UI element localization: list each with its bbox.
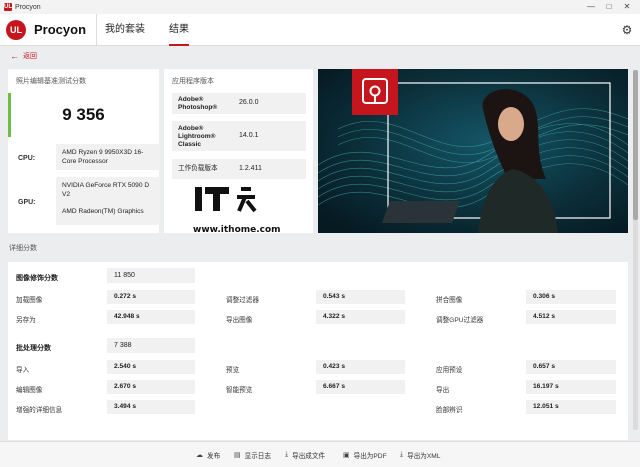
cpu-label: CPU:: [18, 155, 36, 162]
minimize-icon[interactable]: —: [582, 0, 600, 14]
metric-value: 4.322 s: [316, 310, 405, 324]
group-label-retouching: 图像修饰分数: [16, 275, 58, 282]
app-header: UL Procyon 我的套装 结果 ⚙: [0, 13, 640, 46]
export-xml-button[interactable]: ⤓ 导出为XML: [400, 450, 440, 460]
show-log-button[interactable]: ▤ 显示日志: [234, 450, 271, 460]
metric-label: 拼合图像: [436, 297, 463, 304]
export-xml-label: 导出为XML: [407, 453, 441, 460]
metric-label: 智能预览: [226, 387, 253, 394]
detail-scores-title: 详细分数: [9, 245, 37, 252]
gpu-value-primary: NVIDIA GeForce RTX 5090 D V2: [62, 182, 150, 198]
metric-value: 2.670 s: [107, 380, 195, 394]
metric-value: 12.051 s: [526, 400, 616, 414]
metric-value: 4.512 s: [526, 310, 616, 324]
metric-value: 42.948 s: [107, 310, 195, 324]
cloud-upload-icon: ☁: [196, 452, 203, 459]
metric-label: 预览: [226, 367, 240, 374]
metric-label: 导入: [16, 367, 30, 374]
back-label: 返回: [23, 53, 37, 60]
window-title: Procyon: [15, 3, 41, 11]
metric-label: 编辑图像: [16, 387, 43, 394]
group-score-batch: 7 388: [107, 338, 195, 353]
document-icon: ▤: [234, 452, 241, 459]
tab-results[interactable]: 结果: [165, 14, 193, 46]
metric-label: 导出: [436, 387, 450, 394]
metric-label: 脸部辨识: [436, 407, 463, 414]
version-name: Adobe® Lightroom® Classic: [178, 125, 216, 148]
download-icon: ⤓: [400, 451, 404, 458]
version-name: 工作负载版本: [178, 165, 218, 172]
metric-label: 另存为: [16, 317, 36, 324]
hero-illustration: [318, 69, 628, 233]
close-icon[interactable]: ✕: [618, 0, 636, 14]
export-pdf-label: 导出为PDF: [353, 453, 387, 460]
benchmark-score-card: 照片编辑基准测试分数 9 356 CPU: AMD Ryzen 9 9950X3…: [8, 69, 160, 233]
group-label-batch: 批处理分数: [16, 345, 51, 352]
group-score-retouching: 11 850: [107, 268, 195, 283]
metric-value: 0.657 s: [526, 360, 616, 374]
metric-label: 调整GPU过滤器: [436, 317, 484, 324]
export-file-label: 导出成文件: [292, 453, 326, 460]
back-button[interactable]: ← 返回: [10, 51, 37, 61]
version-value: 1.2.411: [239, 165, 262, 172]
maximize-icon[interactable]: □: [600, 0, 618, 14]
hero-image: [318, 69, 628, 233]
window-controls: — □ ✕: [582, 0, 636, 14]
ithome-watermark-url: www.ithome.com: [193, 225, 281, 235]
metric-label: 加载图像: [16, 297, 43, 304]
version-row-lightroom: Adobe® Lightroom® Classic 14.0.1: [172, 121, 306, 151]
metric-value: 0.272 s: [107, 290, 195, 304]
metric-value: 0.306 s: [526, 290, 616, 304]
metric-value: 3.494 s: [107, 400, 195, 414]
ithome-logo-graphic: [195, 187, 257, 213]
tab-my-suites[interactable]: 我的套装: [96, 13, 149, 46]
metric-value: 16.197 s: [526, 380, 616, 394]
app-name: Procyon: [34, 22, 87, 37]
overall-score: 9 356: [62, 105, 105, 124]
cpu-value: AMD Ryzen 9 9950X3D 16-Core Processor: [56, 144, 160, 170]
metric-label: 应用预设: [436, 367, 463, 374]
vertical-scrollbar[interactable]: [633, 70, 638, 430]
version-value: 14.0.1: [239, 132, 259, 139]
footer-toolbar: ☁ 发布 ▤ 显示日志 ⤓ 导出成文件 ▣ 导出为PDF ⤓ 导出为XML: [0, 441, 640, 467]
version-row-workload: 工作负载版本 1.2.411: [172, 159, 306, 179]
scrollbar-thumb[interactable]: [633, 70, 638, 220]
ul-logo: UL: [6, 19, 26, 40]
window-title-bar: UL Procyon — □ ✕: [0, 0, 640, 14]
app-icon: UL: [4, 3, 12, 11]
show-log-label: 显示日志: [244, 453, 271, 460]
metric-value: 0.543 s: [316, 290, 405, 304]
gpu-value-box: NVIDIA GeForce RTX 5090 D V2 AMD Radeon(…: [56, 177, 160, 225]
version-value: 26.0.0: [239, 99, 259, 106]
version-row-photoshop: Adobe® Photoshop® 26.0.0: [172, 93, 306, 114]
metric-label: 调整过滤器: [226, 297, 259, 304]
metric-value: 0.423 s: [316, 360, 405, 374]
download-icon: ⤓: [285, 451, 289, 458]
versions-card-title: 应用程序版本: [172, 78, 214, 85]
score-card-title: 照片编辑基准测试分数: [16, 78, 86, 85]
export-pdf-button[interactable]: ▣ 导出为PDF: [343, 450, 387, 460]
metric-value: 2.540 s: [107, 360, 195, 374]
arrow-left-icon: ←: [10, 51, 19, 61]
version-name: Adobe® Photoshop®: [178, 96, 218, 111]
detail-scores-panel: 图像修饰分数 11 850 加载图像 0.272 s 调整过滤器 0.543 s…: [8, 262, 628, 440]
export-file-button[interactable]: ⤓ 导出成文件: [285, 450, 325, 460]
gpu-label: GPU:: [18, 199, 36, 206]
metric-value: 6.667 s: [316, 380, 405, 394]
publish-label: 发布: [207, 453, 221, 460]
gear-icon[interactable]: ⚙: [620, 23, 634, 37]
metric-label: 增强的详细信息: [16, 407, 63, 414]
save-icon: ▣: [343, 452, 350, 459]
publish-button[interactable]: ☁ 发布: [196, 450, 220, 460]
gpu-value-secondary: AMD Radeon(TM) Graphics: [62, 208, 144, 215]
metric-label: 导出图像: [226, 317, 253, 324]
